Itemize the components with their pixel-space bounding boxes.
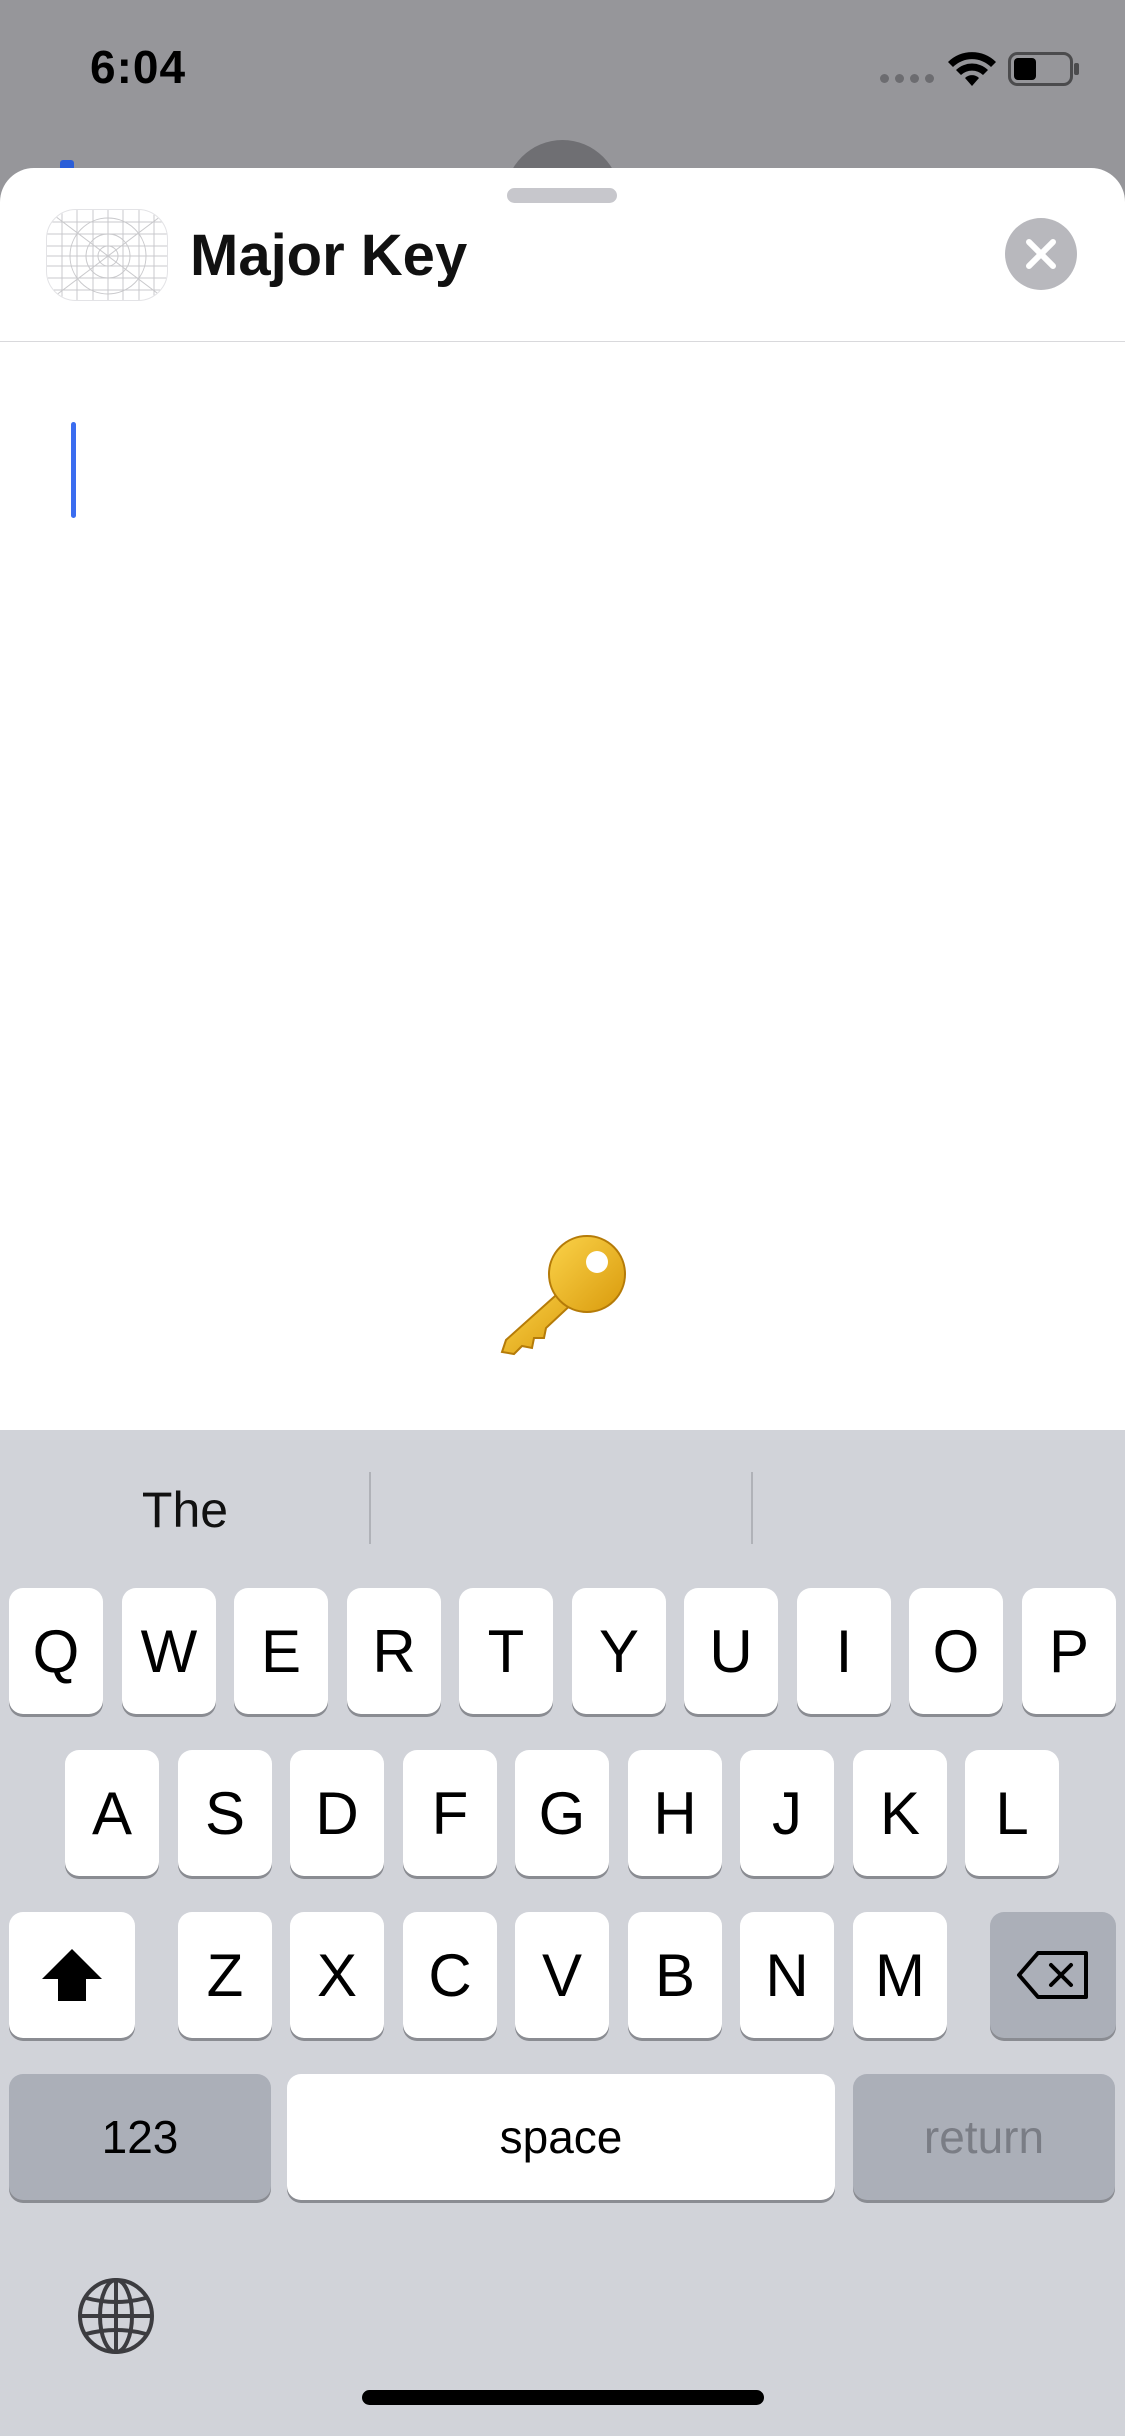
prediction-2[interactable] (372, 1470, 752, 1550)
key-u[interactable]: U (684, 1588, 778, 1714)
status-bar: 6:04 (0, 0, 1125, 140)
sheet-header: Major Key (0, 168, 1125, 342)
battery-icon (1008, 52, 1079, 86)
key-t[interactable]: T (459, 1588, 553, 1714)
app-grid-icon (46, 209, 168, 301)
home-indicator[interactable] (362, 2390, 764, 2405)
key-emoji-icon[interactable] (492, 1228, 632, 1358)
key-c[interactable]: C (403, 1912, 497, 2038)
delete-key[interactable] (990, 1912, 1116, 2038)
close-button[interactable] (1005, 218, 1077, 290)
message-text-area[interactable] (40, 398, 1085, 998)
text-cursor (71, 422, 76, 518)
key-d[interactable]: D (290, 1750, 384, 1876)
prediction-divider (369, 1472, 371, 1544)
backspace-icon (1017, 1951, 1088, 1999)
return-key[interactable]: return (853, 2074, 1115, 2200)
prediction-1[interactable]: The (0, 1470, 370, 1550)
space-key[interactable]: space (287, 2074, 835, 2200)
key-x[interactable]: X (290, 1912, 384, 2038)
key-n[interactable]: N (740, 1912, 834, 2038)
keyboard: The Q W E R T Y U I O P A S D F G H J K … (0, 1430, 1125, 2436)
wifi-icon (948, 52, 996, 86)
prediction-3[interactable] (754, 1470, 1125, 1550)
key-s[interactable]: S (178, 1750, 272, 1876)
prediction-bar: The (0, 1430, 1125, 1590)
prediction-divider (751, 1472, 753, 1544)
key-v[interactable]: V (515, 1912, 609, 2038)
key-m[interactable]: M (853, 1912, 947, 2038)
key-z[interactable]: Z (178, 1912, 272, 2038)
key-l[interactable]: L (965, 1750, 1059, 1876)
signal-dots-icon (880, 74, 934, 83)
status-time: 6:04 (90, 41, 187, 93)
globe-icon[interactable] (76, 2276, 156, 2356)
key-y[interactable]: Y (572, 1588, 666, 1714)
shift-icon (42, 1949, 102, 2001)
key-i[interactable]: I (797, 1588, 891, 1714)
numbers-key[interactable]: 123 (9, 2074, 271, 2200)
close-icon (1026, 239, 1056, 269)
key-q[interactable]: Q (9, 1588, 103, 1714)
key-g[interactable]: G (515, 1750, 609, 1876)
key-h[interactable]: H (628, 1750, 722, 1876)
key-o[interactable]: O (909, 1588, 1003, 1714)
key-w[interactable]: W (122, 1588, 216, 1714)
key-e[interactable]: E (234, 1588, 328, 1714)
key-b[interactable]: B (628, 1912, 722, 2038)
key-a[interactable]: A (65, 1750, 159, 1876)
app-title: Major Key (190, 223, 468, 288)
key-p[interactable]: P (1022, 1588, 1116, 1714)
key-j[interactable]: J (740, 1750, 834, 1876)
key-k[interactable]: K (853, 1750, 947, 1876)
key-r[interactable]: R (347, 1588, 441, 1714)
key-f[interactable]: F (403, 1750, 497, 1876)
shift-key[interactable] (9, 1912, 135, 2038)
